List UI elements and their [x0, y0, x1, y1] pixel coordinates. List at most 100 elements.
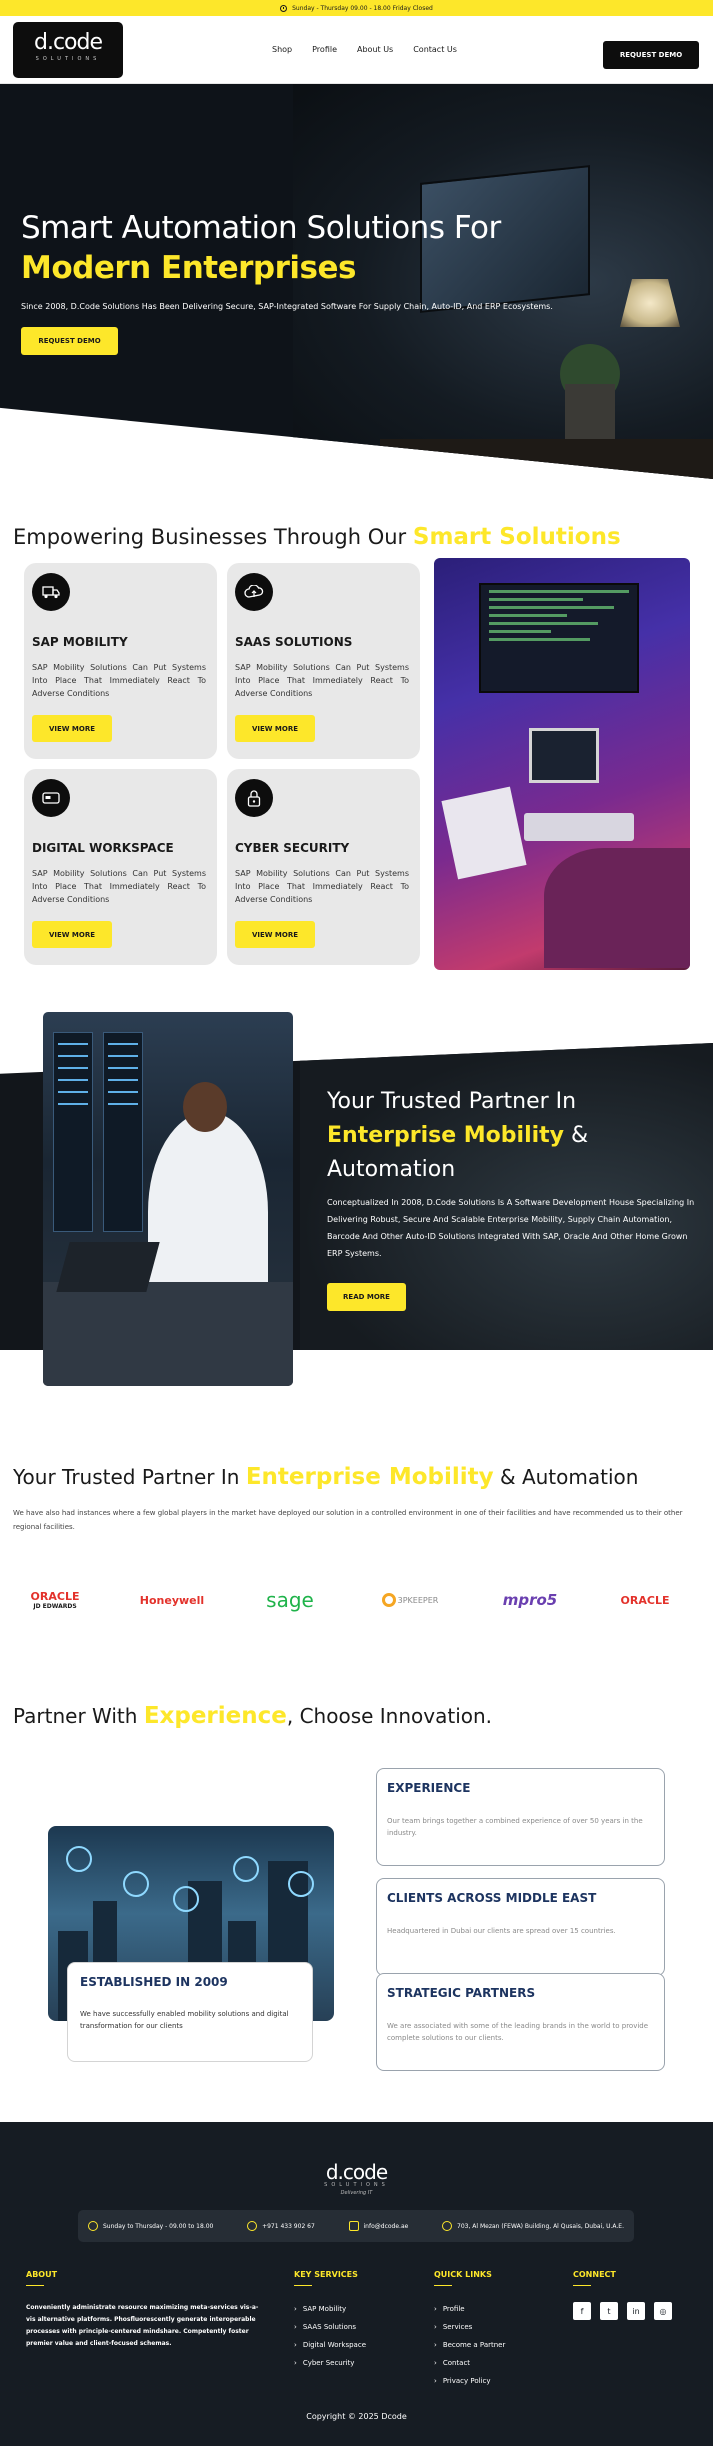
solution-card-digital-workspace: DIGITAL WORKSPACE SAP Mobility Solutions…: [24, 769, 217, 965]
client-logo-name: Honeywell: [139, 1593, 205, 1607]
view-more-button[interactable]: VIEW MORE: [32, 921, 112, 948]
lock-icon: [235, 779, 273, 817]
footer-service-link[interactable]: SAP Mobility: [294, 2300, 366, 2318]
solution-card-title: SAP MOBILITY: [32, 635, 128, 649]
clients-card-title: CLIENTS ACROSS MIDDLE EAST: [387, 1891, 597, 1905]
solution-card-desc: SAP Mobility Solutions Can Put Systems I…: [32, 869, 206, 904]
client-logo-sub: JD EDWARDS: [33, 1603, 77, 1610]
nav-about-us[interactable]: About Us: [357, 45, 393, 54]
footer-phone-text: +971 433 902 67: [262, 2222, 315, 2230]
experience-card-desc: Our team brings together a combined expe…: [387, 1817, 643, 1837]
client-logo-name: ORACLE: [30, 1590, 80, 1603]
solutions-title-prefix: Empowering Businesses Through Our: [13, 525, 407, 549]
mail-icon: [348, 2221, 359, 2231]
client-logo-sage: sage: [255, 1580, 325, 1620]
footer-quick-link[interactable]: Privacy Policy: [434, 2372, 505, 2390]
footer-hours: Sunday to Thursday - 09.00 to 18.00: [88, 2221, 213, 2231]
twitter-icon[interactable]: t: [600, 2302, 618, 2320]
footer-service-link[interactable]: Cyber Security: [294, 2354, 366, 2372]
footer-service-link[interactable]: Digital Workspace: [294, 2336, 366, 2354]
view-more-button[interactable]: VIEW MORE: [235, 921, 315, 948]
solution-card-saas-solutions: SAAS SOLUTIONS SAP Mobility Solutions Ca…: [227, 563, 420, 759]
solution-card-cyber-security: CYBER SECURITY SAP Mobility Solutions Ca…: [227, 769, 420, 965]
footer-logo-brand: d.code: [325, 2160, 388, 2184]
partner-description: Conceptualized In 2008, D.Code Solutions…: [327, 1198, 695, 1258]
social-links: f t in ◎: [573, 2302, 672, 2320]
phone-icon: [247, 2221, 258, 2231]
device-icon: [173, 1886, 199, 1912]
footer-logo-tag: Delivering IT: [340, 2190, 373, 2196]
footer-quick-link[interactable]: Profile: [434, 2300, 505, 2318]
sketch-paper-image: [441, 786, 527, 880]
footer-service-link[interactable]: SAAS Solutions: [294, 2318, 366, 2336]
keyboard-image: [524, 813, 634, 841]
solution-card-desc: SAP Mobility Solutions Can Put Systems I…: [32, 663, 206, 698]
established-title: ESTABLISHED IN 2009: [80, 1975, 228, 1989]
client-logo-3pkeeper: 3PKEEPER: [370, 1580, 450, 1620]
established-card: ESTABLISHED IN 2009 We have successfully…: [67, 1962, 313, 2062]
experience-title-suffix: , Choose Innovation.: [286, 1704, 493, 1728]
wifi-icon: [66, 1846, 92, 1872]
footer-quick-link[interactable]: Become a Partner: [434, 2336, 506, 2354]
top-info-bar: Sunday - Thursday 09.00 - 18.00 Friday C…: [0, 0, 713, 16]
nav-shop[interactable]: Shop: [272, 45, 292, 54]
facebook-icon[interactable]: f: [573, 2302, 591, 2320]
footer-phone[interactable]: +971 433 902 67: [247, 2221, 315, 2231]
cloud-icon: [288, 1871, 314, 1897]
footer-quick-link[interactable]: Services: [434, 2318, 505, 2336]
linkedin-icon[interactable]: in: [627, 2302, 645, 2320]
trusted-title-highlight: Enterprise Mobility: [245, 1464, 494, 1490]
hero-request-demo-button[interactable]: REQUEST DEMO: [21, 327, 118, 355]
view-more-button[interactable]: VIEW MORE: [235, 715, 315, 742]
solutions-title-highlight: Smart Solutions: [412, 524, 621, 550]
trusted-title: Your Trusted Partner In Enterprise Mobil…: [13, 1464, 638, 1490]
network-icon: [123, 1871, 149, 1897]
instagram-icon[interactable]: ◎: [654, 2302, 672, 2320]
footer-email[interactable]: info@dcode.ae: [348, 2221, 408, 2231]
footer-about-heading: ABOUT: [26, 2270, 58, 2286]
hero-title-line1: Smart Automation Solutions For: [21, 210, 501, 246]
client-logo-name: mpro5: [502, 1591, 558, 1609]
clock-icon: [280, 4, 288, 12]
footer-logo[interactable]: d.code SOLUTIONS Delivering IT: [0, 2162, 713, 2196]
desk-image: [43, 1282, 293, 1386]
client-logo-honeywell: Honeywell: [132, 1580, 212, 1620]
footer-address: 703, Al Mezan (FEWA) Building, Al Qusais…: [442, 2221, 624, 2231]
developer-workstation-image: [434, 558, 690, 970]
engineer-server-room-image: [43, 1012, 293, 1386]
solution-card-title: DIGITAL WORKSPACE: [32, 841, 174, 855]
experience-title-highlight: Experience: [143, 1703, 287, 1729]
footer-services-list: SAP Mobility SAAS Solutions Digital Work…: [294, 2300, 366, 2372]
established-desc: We have successfully enabled mobility so…: [80, 2010, 289, 2030]
solution-card-desc: SAP Mobility Solutions Can Put Systems I…: [235, 663, 409, 698]
site-header: d.code SOLUTIONS Shop Profile About Us C…: [0, 16, 713, 84]
view-more-button[interactable]: VIEW MORE: [32, 715, 112, 742]
experience-title-prefix: Partner With: [13, 1704, 138, 1728]
solution-card-sap-mobility: SAP MOBILITY SAP Mobility Solutions Can …: [24, 563, 217, 759]
site-footer: d.code SOLUTIONS Delivering IT Sunday to…: [0, 2122, 713, 2446]
server-rack-image: [53, 1032, 93, 1232]
footer-quick-link[interactable]: Contact: [434, 2354, 505, 2372]
footer-contact-bar: Sunday to Thursday - 09.00 to 18.00 +971…: [78, 2210, 634, 2242]
client-logo-name: 3PKEEPER: [397, 1595, 439, 1605]
strategic-partners-card-desc: We are associated with some of the leadi…: [387, 2022, 649, 2042]
gear-icon: [381, 1593, 396, 1607]
solution-card-desc: SAP Mobility Solutions Can Put Systems I…: [235, 869, 409, 904]
site-logo[interactable]: d.code SOLUTIONS: [13, 22, 123, 78]
client-logo-mpro5: mpro5: [490, 1580, 570, 1620]
logo-sub: SOLUTIONS: [35, 56, 101, 62]
client-logo-name: ORACLE: [620, 1593, 670, 1607]
cloud-icon: [235, 573, 273, 611]
read-more-button[interactable]: READ MORE: [327, 1283, 406, 1311]
hero-desk-image: [380, 439, 713, 479]
dollar-icon: [233, 1856, 259, 1882]
experience-card: EXPERIENCE Our team brings together a co…: [376, 1768, 665, 1866]
engineer-head-image: [183, 1082, 227, 1132]
nav-contact-us[interactable]: Contact Us: [413, 45, 457, 54]
header-request-demo-button[interactable]: REQUEST DEMO: [603, 41, 699, 69]
nav-profile[interactable]: Profile: [312, 45, 337, 54]
partner-title: Your Trusted Partner In Enterprise Mobil…: [327, 1085, 697, 1187]
trusted-title-prefix: Your Trusted Partner In: [13, 1465, 240, 1489]
trusted-title-suffix: & Automation: [500, 1465, 639, 1489]
clock-icon: [88, 2221, 98, 2231]
